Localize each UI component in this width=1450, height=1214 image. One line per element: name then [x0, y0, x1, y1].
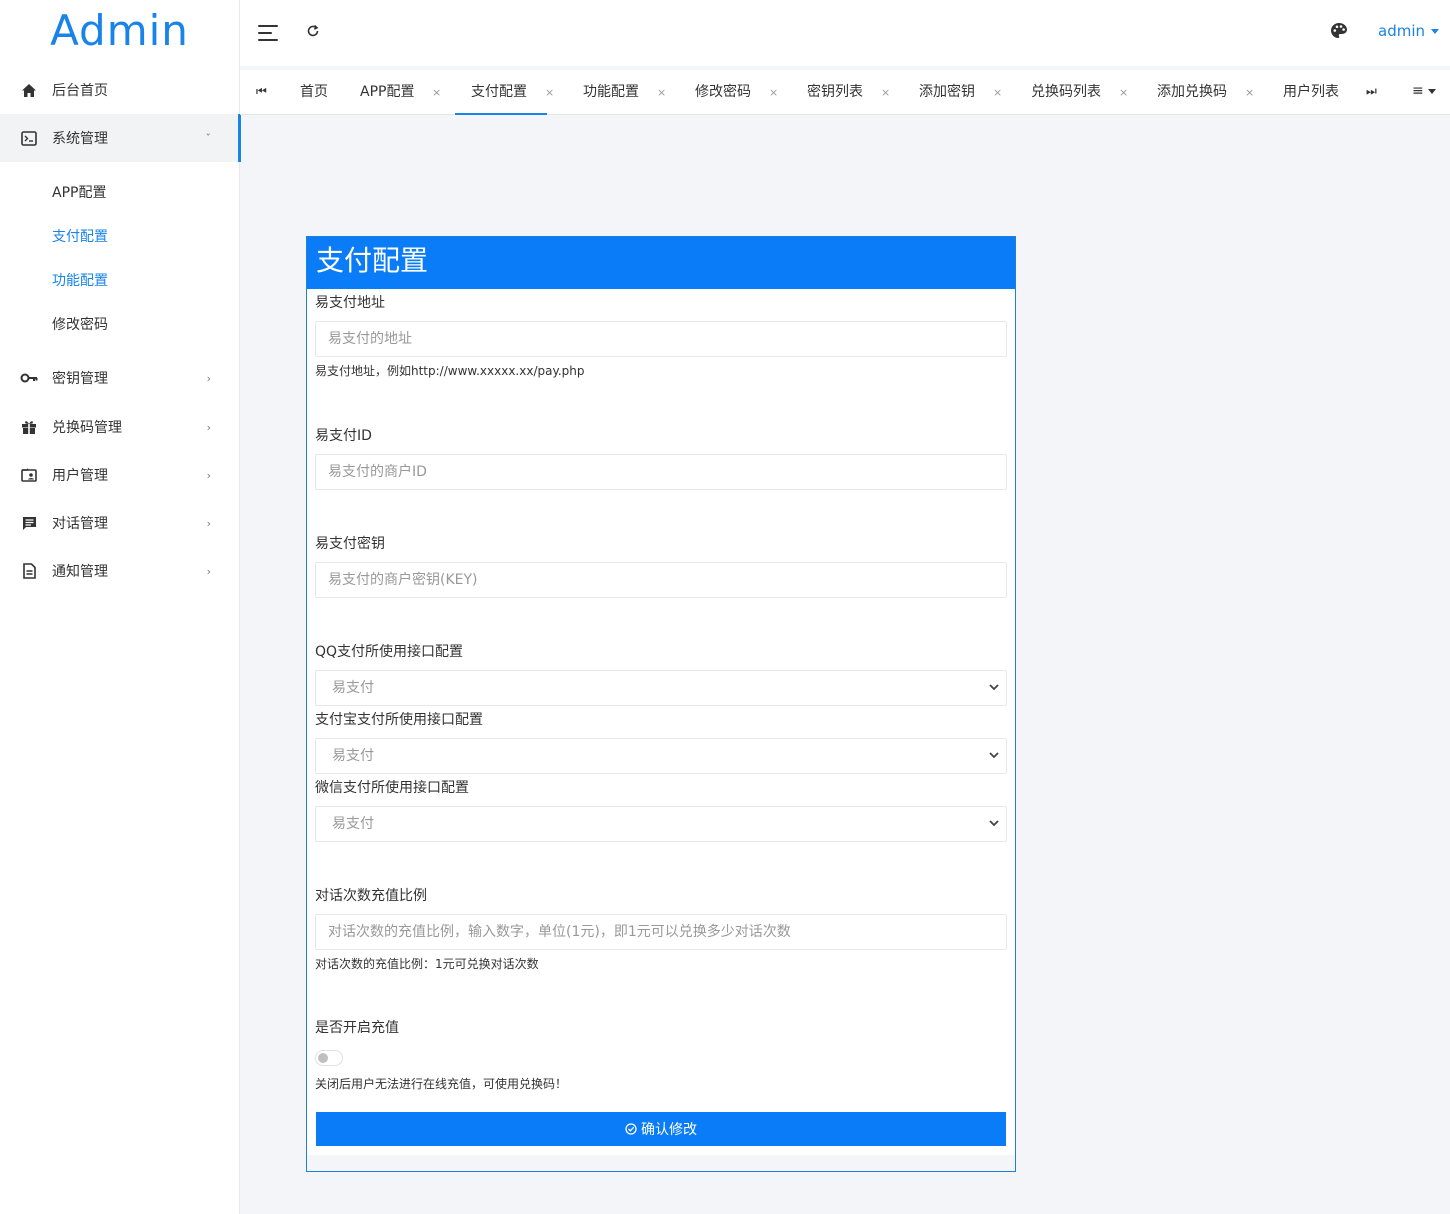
pay-url-label: 易支付地址: [315, 295, 385, 311]
refresh-icon[interactable]: [306, 22, 320, 43]
ratio-help: 对话次数的充值比例：1元可兑换对话次数: [315, 957, 539, 971]
pay-url-help: 易支付地址，例如http://www.xxxxx.xx/pay.php: [315, 364, 585, 378]
pay-key-label: 易支付密钥: [315, 536, 385, 552]
sidebar-item-keys[interactable]: 密钥管理 ›: [0, 354, 239, 402]
tab-scroll-first-icon[interactable]: ⏮: [256, 84, 267, 99]
caret-down-icon: [1431, 29, 1439, 34]
recharge-label: 是否开启充值: [315, 1020, 399, 1036]
recharge-toggle[interactable]: [315, 1050, 343, 1066]
sidebar-subitem-pay-config[interactable]: 支付配置: [52, 227, 108, 247]
tab-pay-config[interactable]: 支付配置 ×: [455, 70, 554, 115]
chevron-down-icon: [989, 752, 999, 759]
user-menu[interactable]: admin: [1378, 22, 1439, 40]
chevron-right-icon: ›: [206, 420, 211, 434]
chat-icon: [20, 514, 38, 532]
tab-scroll-last-icon[interactable]: ⏭: [1366, 84, 1377, 99]
tab-add-key[interactable]: 添加密钥 ×: [919, 70, 1002, 115]
pay-id-label: 易支付ID: [315, 428, 372, 444]
chevron-right-icon: ›: [206, 564, 211, 578]
card-footer: [307, 1155, 1015, 1171]
sidebar-item-label: 密钥管理: [52, 371, 108, 387]
card-title: 支付配置: [307, 237, 1015, 289]
alipay-label: 支付宝支付所使用接口配置: [315, 712, 483, 728]
toggle-knob: [318, 1053, 328, 1063]
chevron-down-icon: [989, 684, 999, 691]
palette-icon[interactable]: [1330, 22, 1348, 44]
caret-down-icon: [1427, 88, 1436, 94]
sidebar-item-label: 用户管理: [52, 468, 108, 484]
tab-key-list[interactable]: 密钥列表 ×: [807, 70, 890, 115]
sidebar-item-label: 后台首页: [52, 83, 108, 99]
pay-id-input[interactable]: [315, 454, 1007, 490]
sidebar-item-notifications[interactable]: 通知管理 ›: [0, 547, 239, 595]
close-icon[interactable]: ×: [881, 70, 890, 115]
tab-user-list[interactable]: 用户列表: [1283, 70, 1339, 115]
chevron-down-icon: ˇ: [205, 131, 212, 145]
home-icon: [20, 81, 38, 99]
sidebar-item-label: 系统管理: [52, 131, 108, 147]
check-circle-icon: [625, 1123, 637, 1135]
qq-pay-label: QQ支付所使用接口配置: [315, 644, 464, 660]
tab-menu-icon[interactable]: ≡: [1412, 83, 1436, 99]
chevron-right-icon: ›: [206, 371, 211, 385]
tab-home[interactable]: 首页: [300, 70, 328, 115]
menu-toggle-icon[interactable]: [258, 24, 280, 42]
logo[interactable]: Admin: [0, 0, 239, 62]
document-icon: [20, 562, 38, 580]
ratio-input[interactable]: [315, 914, 1007, 950]
chevron-down-icon: [989, 820, 999, 827]
close-icon[interactable]: ×: [432, 70, 441, 115]
close-icon[interactable]: ×: [993, 70, 1002, 115]
tab-bar: ⏮ 首页 APP配置 × 支付配置 × 功能配置 × 修改密码 × 密钥列表 × 添加密钥…: [240, 70, 1450, 115]
sidebar-item-users[interactable]: 用户管理 ›: [0, 451, 239, 499]
close-icon[interactable]: ×: [769, 70, 778, 115]
tab-feature-config[interactable]: 功能配置 ×: [583, 70, 666, 115]
alipay-select[interactable]: 易支付: [315, 738, 1007, 774]
tab-app-config[interactable]: APP配置 ×: [360, 70, 441, 115]
pay-url-input[interactable]: [315, 321, 1007, 357]
qq-pay-select[interactable]: 易支付: [315, 670, 1007, 706]
top-header: admin: [240, 0, 1450, 66]
wechat-pay-label: 微信支付所使用接口配置: [315, 780, 469, 796]
pay-config-card: 支付配置 易支付地址 易支付地址，例如http://www.xxxxx.xx/p…: [306, 236, 1016, 1172]
tab-change-password[interactable]: 修改密码 ×: [695, 70, 778, 115]
sidebar-item-chats[interactable]: 对话管理 ›: [0, 499, 239, 547]
close-icon[interactable]: ×: [1245, 70, 1254, 115]
close-icon[interactable]: ×: [1119, 70, 1128, 115]
tab-add-redeem-code[interactable]: 添加兑换码 ×: [1157, 70, 1254, 115]
gift-icon: [20, 418, 38, 436]
key-icon: [20, 369, 38, 387]
terminal-icon: [20, 129, 38, 147]
chevron-right-icon: ›: [206, 516, 211, 530]
close-icon[interactable]: ×: [657, 70, 666, 115]
sidebar-item-system[interactable]: 系统管理 ˇ: [0, 114, 241, 162]
close-icon[interactable]: ×: [545, 70, 554, 115]
sidebar-item-label: 兑换码管理: [52, 420, 122, 436]
sidebar-subitem-feature-config[interactable]: 功能配置: [52, 271, 108, 291]
sidebar-item-label: 通知管理: [52, 564, 108, 580]
user-card-icon: [20, 466, 38, 484]
sidebar-subitem-change-password[interactable]: 修改密码: [52, 315, 108, 335]
ratio-label: 对话次数充值比例: [315, 888, 427, 904]
recharge-help: 关闭后用户无法进行在线充值，可使用兑换码！: [315, 1077, 568, 1091]
chevron-right-icon: ›: [206, 468, 211, 482]
pay-key-input[interactable]: [315, 562, 1007, 598]
wechat-pay-select[interactable]: 易支付: [315, 806, 1007, 842]
sidebar-item-label: 对话管理: [52, 516, 108, 532]
tab-redeem-code-list[interactable]: 兑换码列表 ×: [1031, 70, 1128, 115]
sidebar-item-redeem-codes[interactable]: 兑换码管理 ›: [0, 403, 239, 451]
confirm-button[interactable]: 确认修改: [316, 1112, 1006, 1146]
sidebar-item-home[interactable]: 后台首页: [0, 66, 239, 114]
sidebar-subitem-app-config[interactable]: APP配置: [52, 183, 106, 203]
sidebar: Admin 后台首页 系统管理 ˇ APP配置 支付配置 功能配置 修改密码 密…: [0, 0, 241, 1214]
